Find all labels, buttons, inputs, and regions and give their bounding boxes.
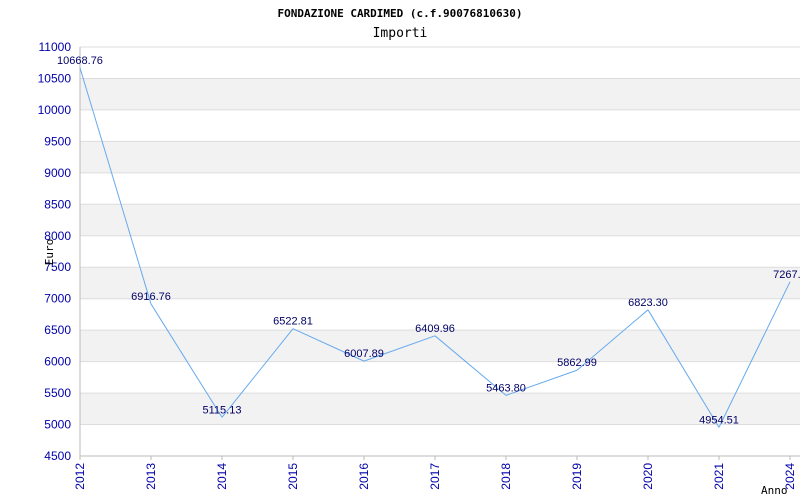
grid-band <box>80 330 800 362</box>
x-axis-label: Anno <box>761 484 788 497</box>
x-tick-label: 2021 <box>712 463 726 490</box>
x-tick-label: 2015 <box>286 463 300 490</box>
data-label: 7267.8 <box>773 269 800 281</box>
x-tick-label: 2016 <box>357 463 371 490</box>
data-label: 6522.81 <box>273 316 313 328</box>
data-label: 6916.76 <box>131 291 171 303</box>
x-tick-label: 2012 <box>73 463 87 490</box>
chart-subtitle: Importi <box>373 26 428 41</box>
data-label: 6007.89 <box>344 348 384 360</box>
y-tick-label: 4500 <box>44 449 71 463</box>
y-tick-label: 6000 <box>44 355 71 369</box>
data-label: 5862.99 <box>557 357 597 369</box>
y-tick-label: 6500 <box>44 323 71 337</box>
x-tick-label: 2014 <box>215 463 229 490</box>
y-tick-label: 11000 <box>39 40 72 54</box>
data-label: 5463.80 <box>486 382 526 394</box>
series-lines <box>79 67 791 428</box>
x-tick-label: 2013 <box>144 463 158 490</box>
data-label: 4954.51 <box>699 414 739 426</box>
y-tick-label: 5500 <box>44 386 71 400</box>
grid-band <box>80 393 800 425</box>
y-axis-label: Euro <box>43 239 56 266</box>
x-tick-label: 2018 <box>499 463 513 490</box>
y-tick-label: 10500 <box>38 71 72 85</box>
x-tick-labels: 2012 2013 2014 2015 2016 2017 2018 2019 2020 2021… <box>73 456 797 490</box>
y-tick-label: 8500 <box>44 197 71 211</box>
grid-bands <box>80 78 800 425</box>
y-tick-label: 5000 <box>44 418 71 432</box>
x-tick-label: 2017 <box>428 463 442 490</box>
grid-band <box>80 141 800 173</box>
grid-band <box>80 267 800 299</box>
grid-band <box>80 78 800 110</box>
data-label: 5115.13 <box>203 404 242 416</box>
grid-band <box>80 204 800 236</box>
y-tick-label: 10000 <box>38 103 72 117</box>
x-tick-label: 2019 <box>570 463 584 490</box>
x-tick-label: 2020 <box>641 463 655 490</box>
data-labels: 10668.76 6916.76 5115.13 6522.81 6007.89 6409… <box>57 55 800 427</box>
data-label: 6409.96 <box>415 323 455 335</box>
chart-title: FONDAZIONE CARDIMED (c.f.90076810630) <box>277 7 522 20</box>
y-tick-label: 7000 <box>44 292 71 306</box>
y-tick-label: 9500 <box>44 134 71 148</box>
data-label: 10668.76 <box>57 55 103 67</box>
data-label: 6823.30 <box>628 297 668 309</box>
y-tick-label: 9000 <box>44 166 71 180</box>
line-chart: 4500500055006000650070007500800085009000… <box>38 7 800 497</box>
